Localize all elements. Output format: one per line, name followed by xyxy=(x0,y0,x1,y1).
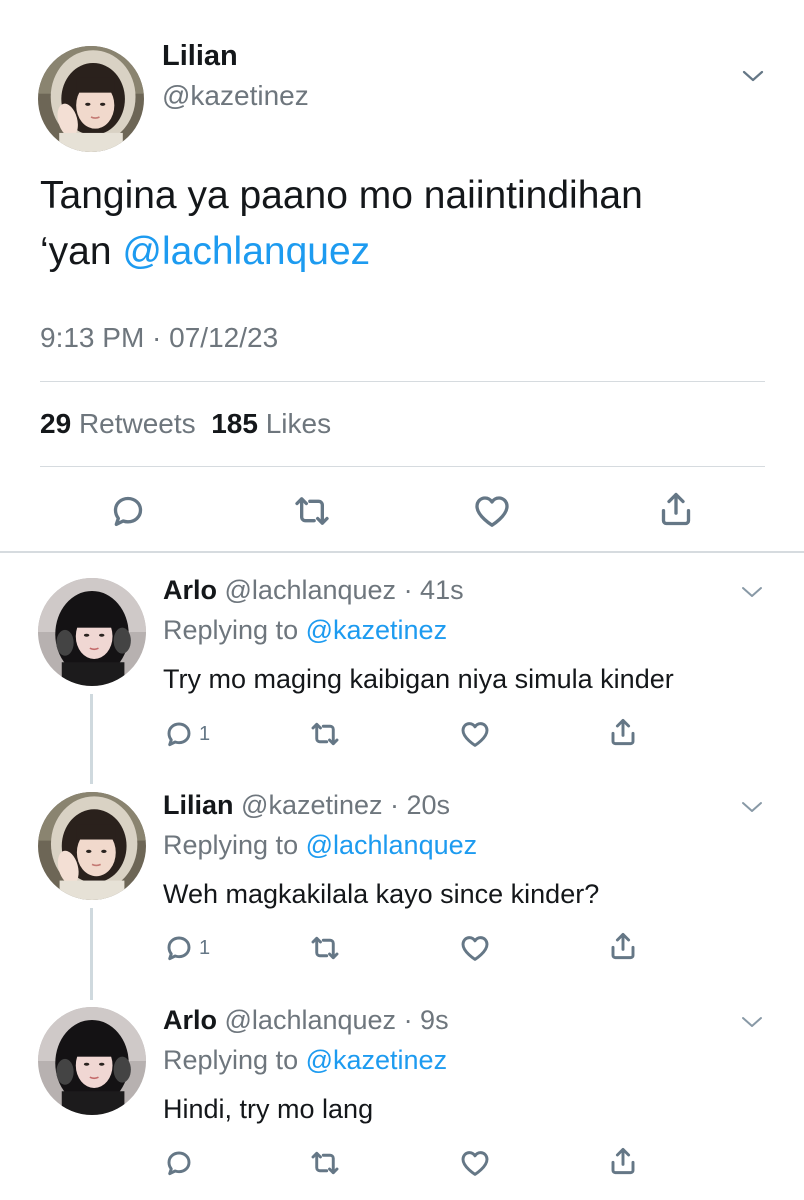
divider xyxy=(40,466,765,467)
reply-button[interactable] xyxy=(163,1147,199,1179)
reply-text: Weh magkakilala kayo since kinder? xyxy=(163,879,600,909)
heart-icon xyxy=(459,932,491,964)
likes-count: 185 xyxy=(211,408,258,439)
share-icon xyxy=(607,930,639,962)
thread-connector xyxy=(90,908,93,1000)
tweet-text-line-2: ‘yan @lachlanquez xyxy=(40,224,760,280)
like-button[interactable] xyxy=(459,718,491,750)
retweets-count: 29 xyxy=(40,408,72,439)
heart-icon xyxy=(459,718,491,750)
heart-icon xyxy=(472,491,512,531)
chevron-down-icon xyxy=(741,1015,763,1029)
reply-header: Lilian @kazetinez · 20s xyxy=(163,790,450,821)
reply-button[interactable]: 1 xyxy=(163,718,210,750)
more-options-button[interactable] xyxy=(742,69,764,88)
retweet-button[interactable] xyxy=(309,1147,341,1179)
likes-label: Likes xyxy=(265,408,332,439)
reply-text: Hindi, try mo lang xyxy=(163,1094,374,1124)
chevron-down-icon xyxy=(741,585,763,599)
chevron-down-icon xyxy=(741,800,763,814)
retweet-button[interactable] xyxy=(292,491,332,536)
replying-to-label: Replying to xyxy=(163,830,306,860)
replying-to: Replying to @kazetinez xyxy=(163,615,447,646)
replying-to-label: Replying to xyxy=(163,615,306,645)
retweet-icon xyxy=(309,1147,341,1179)
tweet-text-fragment: ‘yan xyxy=(40,230,123,273)
avatar-image xyxy=(38,578,146,686)
retweets-stat[interactable]: 29 Retweets xyxy=(40,408,196,439)
reply-author-handle[interactable]: @kazetinez xyxy=(241,790,382,820)
section-divider xyxy=(0,551,804,553)
reply-icon xyxy=(108,491,148,531)
more-options-button[interactable] xyxy=(741,585,763,604)
reply-icon xyxy=(163,932,195,964)
replying-to: Replying to @lachlanquez xyxy=(163,830,477,861)
retweet-button[interactable] xyxy=(309,718,341,750)
like-button[interactable] xyxy=(459,1147,491,1179)
author-handle[interactable]: @kazetinez xyxy=(162,80,309,112)
reply-icon xyxy=(163,1147,195,1179)
replying-to-label: Replying to xyxy=(163,1045,306,1075)
share-button[interactable] xyxy=(656,489,696,534)
reply-count: 1 xyxy=(199,722,211,745)
more-options-button[interactable] xyxy=(741,800,763,819)
reply-author-name[interactable]: Arlo xyxy=(163,575,217,605)
reply-header: Arlo @lachlanquez · 9s xyxy=(163,1005,449,1036)
mention-link[interactable]: @kazetinez xyxy=(306,615,447,645)
reply-author-handle[interactable]: @lachlanquez xyxy=(225,1005,397,1035)
divider xyxy=(40,381,765,382)
reply-author-name[interactable]: Arlo xyxy=(163,1005,217,1035)
retweet-icon xyxy=(292,491,332,531)
tweet-stats: 29 Retweets 185 Likes xyxy=(40,408,331,440)
share-icon xyxy=(656,489,696,529)
avatar-image xyxy=(38,46,144,152)
like-button[interactable] xyxy=(472,491,512,536)
reply-time: · 41s xyxy=(403,575,464,605)
avatar[interactable] xyxy=(38,46,144,152)
reply-button[interactable] xyxy=(108,491,148,536)
retweets-label: Retweets xyxy=(78,408,196,439)
tweet-timestamp[interactable]: 9:13 PM · 07/12/23 xyxy=(40,322,278,354)
reply-count: 1 xyxy=(199,936,211,959)
retweet-icon xyxy=(309,932,341,964)
avatar-image xyxy=(38,792,146,900)
avatar[interactable] xyxy=(38,1007,146,1115)
retweet-icon xyxy=(309,718,341,750)
mention-link[interactable]: @lachlanquez xyxy=(122,230,370,273)
tweet-text: Tangina ya paano mo naiintindihan ‘yan @… xyxy=(40,168,760,280)
more-options-button[interactable] xyxy=(741,1015,763,1034)
share-icon xyxy=(607,716,639,748)
reply-header: Arlo @lachlanquez · 41s xyxy=(163,575,464,606)
reply-icon xyxy=(163,718,195,750)
heart-icon xyxy=(459,1147,491,1179)
likes-stat[interactable]: 185 Likes xyxy=(211,408,331,439)
share-button[interactable] xyxy=(607,930,639,962)
share-button[interactable] xyxy=(607,716,639,748)
mention-link[interactable]: @kazetinez xyxy=(306,1045,447,1075)
reply-text: Try mo maging kaibigan niya simula kinde… xyxy=(163,664,674,694)
reply-time: · 20s xyxy=(390,790,451,820)
reply-author-handle[interactable]: @lachlanquez xyxy=(225,575,397,605)
replying-to: Replying to @kazetinez xyxy=(163,1045,447,1076)
retweet-button[interactable] xyxy=(309,932,341,964)
mention-link[interactable]: @lachlanquez xyxy=(306,830,478,860)
thread-connector xyxy=(90,694,93,784)
reply-button[interactable]: 1 xyxy=(163,932,210,964)
avatar-image xyxy=(38,1007,146,1115)
reply-author-name[interactable]: Lilian xyxy=(163,790,234,820)
tweet-text-line-1: Tangina ya paano mo naiintindihan xyxy=(40,174,643,217)
share-icon xyxy=(607,1145,639,1177)
reply-time: · 9s xyxy=(403,1005,449,1035)
author-name[interactable]: Lilian xyxy=(162,40,238,73)
share-button[interactable] xyxy=(607,1145,639,1177)
avatar[interactable] xyxy=(38,578,146,686)
like-button[interactable] xyxy=(459,932,491,964)
avatar[interactable] xyxy=(38,792,146,900)
chevron-down-icon xyxy=(742,69,764,83)
